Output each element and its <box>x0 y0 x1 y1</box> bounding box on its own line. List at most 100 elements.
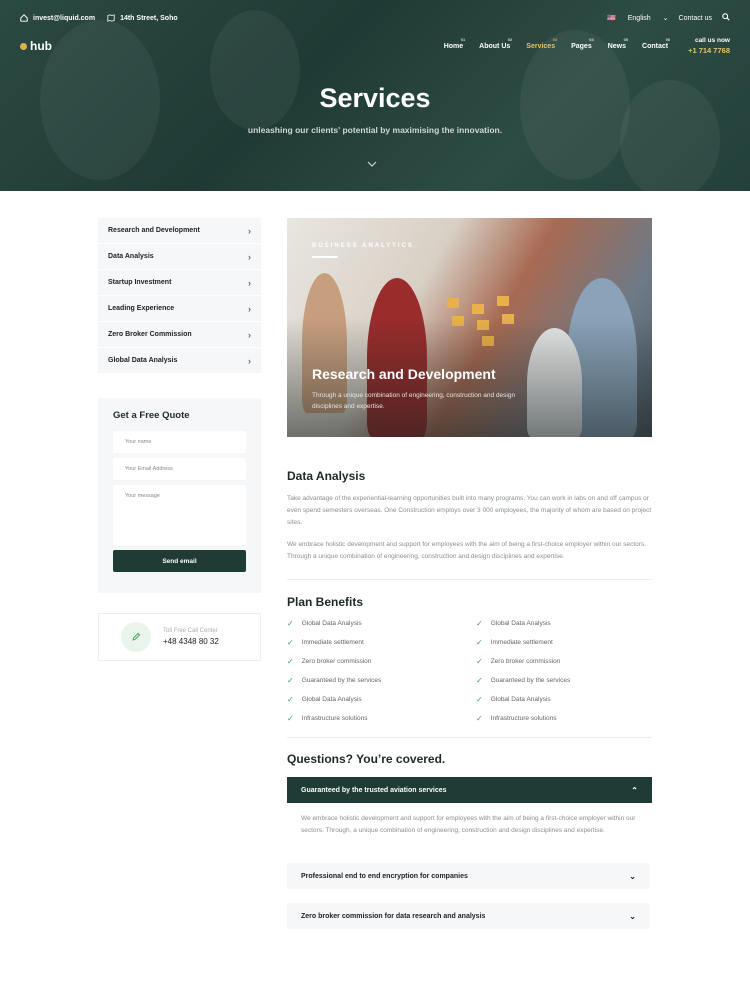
name-field[interactable]: Your name <box>113 431 246 453</box>
feature-text: Through a unique combination of engineer… <box>312 392 516 410</box>
email-link[interactable]: invest@liquid.com <box>20 14 95 22</box>
check-icon: ✓ <box>476 695 483 704</box>
faq-answer: We embrace holistic development and supp… <box>301 815 636 834</box>
check-icon: ✓ <box>287 695 294 704</box>
chevron-up-icon: ⌃ <box>631 785 638 795</box>
nav-item-contact[interactable]: Contact 06 <box>642 37 670 50</box>
nav-item-home[interactable]: Home 01 <box>444 37 465 50</box>
call-number: +1 714 7768 <box>688 46 730 55</box>
logo-text: hub <box>30 39 52 53</box>
paragraph: Take advantage of the experiential-learn… <box>287 495 652 526</box>
check-icon: ✓ <box>287 676 294 685</box>
check-icon: ✓ <box>476 638 483 647</box>
email-field[interactable]: Your Email Address <box>113 458 246 480</box>
benefit-item: ✓ Global Data Analysis <box>287 695 362 704</box>
chevron-right-icon: › <box>248 355 251 366</box>
toll-free-number[interactable]: +48 4348 80 32 <box>163 637 219 646</box>
map-icon <box>107 14 115 22</box>
chevron-down-icon: ⌄ <box>629 871 636 881</box>
quote-form: Get a Free Quote Your name Your Email Ad… <box>98 398 261 593</box>
language-selector[interactable]: 🇺🇸 English ⌄ <box>607 14 668 22</box>
check-icon: ✓ <box>476 657 483 666</box>
chevron-right-icon: › <box>248 303 251 314</box>
home-icon <box>20 14 28 22</box>
quote-title: Get a Free Quote <box>113 410 190 421</box>
faq-question-open[interactable]: Guaranteed by the trusted aviation servi… <box>287 777 652 803</box>
sidebar-item-leading[interactable]: Leading Experience › <box>98 296 261 322</box>
nav-item-services[interactable]: Services 03 <box>526 37 557 50</box>
sidebar-item-zero-broker[interactable]: Zero Broker Commission › <box>98 322 261 348</box>
chevron-down-icon: ⌄ <box>662 15 669 22</box>
address-text: 14th Street, Soho <box>120 14 178 22</box>
section-title: Questions? You’re covered. <box>287 752 446 766</box>
benefit-item: ✓ Zero broker commission <box>476 657 561 666</box>
feature-kicker: BUSINESS ANALYTICS <box>312 243 414 249</box>
nav-item-news[interactable]: News 05 <box>608 37 628 50</box>
check-icon: ✓ <box>287 714 294 723</box>
benefit-item: ✓ Global Data Analysis <box>476 695 551 704</box>
section-title: Plan Benefits <box>287 595 364 609</box>
search-icon[interactable] <box>722 13 730 23</box>
benefit-item: ✓ Infrastructure solutions <box>287 714 368 723</box>
benefit-item: ✓ Global Data Analysis <box>287 619 362 628</box>
phone-circle[interactable] <box>121 622 151 652</box>
faq-section: Questions? You’re covered. Guaranteed by… <box>287 752 652 929</box>
check-icon: ✓ <box>476 714 483 723</box>
paragraph: We embrace holistic development and supp… <box>287 541 646 560</box>
nav-item-pages[interactable]: Pages 04 <box>571 37 594 50</box>
faq-question[interactable]: Zero broker commission for data research… <box>287 903 650 929</box>
divider <box>287 579 652 580</box>
feature-title: Research and Development <box>312 366 496 382</box>
benefit-item: ✓ Global Data Analysis <box>476 619 551 628</box>
top-bar: invest@liquid.com 14th Street, Soho 🇺🇸 E… <box>20 10 730 26</box>
main-nav: hub Home 01 About Us 02 Services 03 Pages 04… <box>20 36 730 56</box>
benefits-section: Plan Benefits ✓ Global Data Analysis ✓ Glo… <box>287 595 652 723</box>
chevron-down-icon: ⌄ <box>629 911 636 921</box>
sidebar-item-startup[interactable]: Startup Investment › <box>98 270 261 296</box>
benefit-item: ✓ Immediate settlement <box>287 638 364 647</box>
nav-item-about[interactable]: About Us 02 <box>479 37 512 50</box>
message-field[interactable]: Your message <box>113 485 246 545</box>
benefit-item: ✓ Infrastructure solutions <box>476 714 557 723</box>
email-text: invest@liquid.com <box>33 14 96 22</box>
pencil-icon <box>132 632 141 641</box>
sidebar-item-research[interactable]: Research and Development › <box>98 218 261 244</box>
hero-banner: invest@liquid.com 14th Street, Soho 🇺🇸 E… <box>0 0 750 191</box>
language-label: English <box>627 15 651 22</box>
page-title: Services <box>319 83 431 113</box>
check-icon: ✓ <box>476 676 483 685</box>
benefit-item: ✓ Immediate settlement <box>476 638 553 647</box>
toll-free-label: Toll Free Call Center <box>163 628 218 634</box>
benefit-item: ✓ Guaranteed by the services <box>476 676 571 685</box>
page-subtitle: unleashing our clients' potential by max… <box>247 125 503 135</box>
chevron-right-icon: › <box>248 225 251 236</box>
scroll-down-icon[interactable] <box>367 160 377 168</box>
sidebar-item-global[interactable]: Global Data Analysis › <box>98 348 261 374</box>
data-analysis-section: Data Analysis Take advantage of the expe… <box>287 469 652 563</box>
sidebar-item-data-analysis[interactable]: Data Analysis › <box>98 244 261 270</box>
logo-mark-icon <box>20 42 27 50</box>
services-sidebar: Research and Development › Data Analysis ›… <box>98 218 261 374</box>
check-icon: ✓ <box>476 619 483 628</box>
send-email-button[interactable]: Send email <box>113 550 246 572</box>
chevron-right-icon: › <box>248 329 251 340</box>
chevron-right-icon: › <box>248 277 251 288</box>
toll-free-box: Toll Free Call Center +48 4348 80 32 <box>98 613 261 661</box>
check-icon: ✓ <box>287 638 294 647</box>
contact-link[interactable]: Contact us <box>679 15 712 22</box>
chevron-right-icon: › <box>248 251 251 262</box>
check-icon: ✓ <box>287 657 294 666</box>
logo[interactable]: hub <box>20 39 52 53</box>
call-us[interactable]: call us now +1 714 7768 <box>688 36 730 56</box>
address-link[interactable]: 14th Street, Soho <box>107 14 178 22</box>
divider <box>287 737 652 738</box>
menu: Home 01 About Us 02 Services 03 Pages 04 New… <box>428 37 670 50</box>
benefit-item: ✓ Guaranteed by the services <box>287 676 382 685</box>
section-title: Data Analysis <box>287 469 366 483</box>
call-label: call us now <box>694 37 730 44</box>
feature-image-card: BUSINESS ANALYTICS Research and Developm… <box>287 218 652 437</box>
check-icon: ✓ <box>287 619 294 628</box>
faq-question[interactable]: Professional end to end encryption for c… <box>287 863 650 889</box>
benefit-item: ✓ Zero broker commission <box>287 657 372 666</box>
main-content: BUSINESS ANALYTICS Research and Developm… <box>287 218 652 929</box>
